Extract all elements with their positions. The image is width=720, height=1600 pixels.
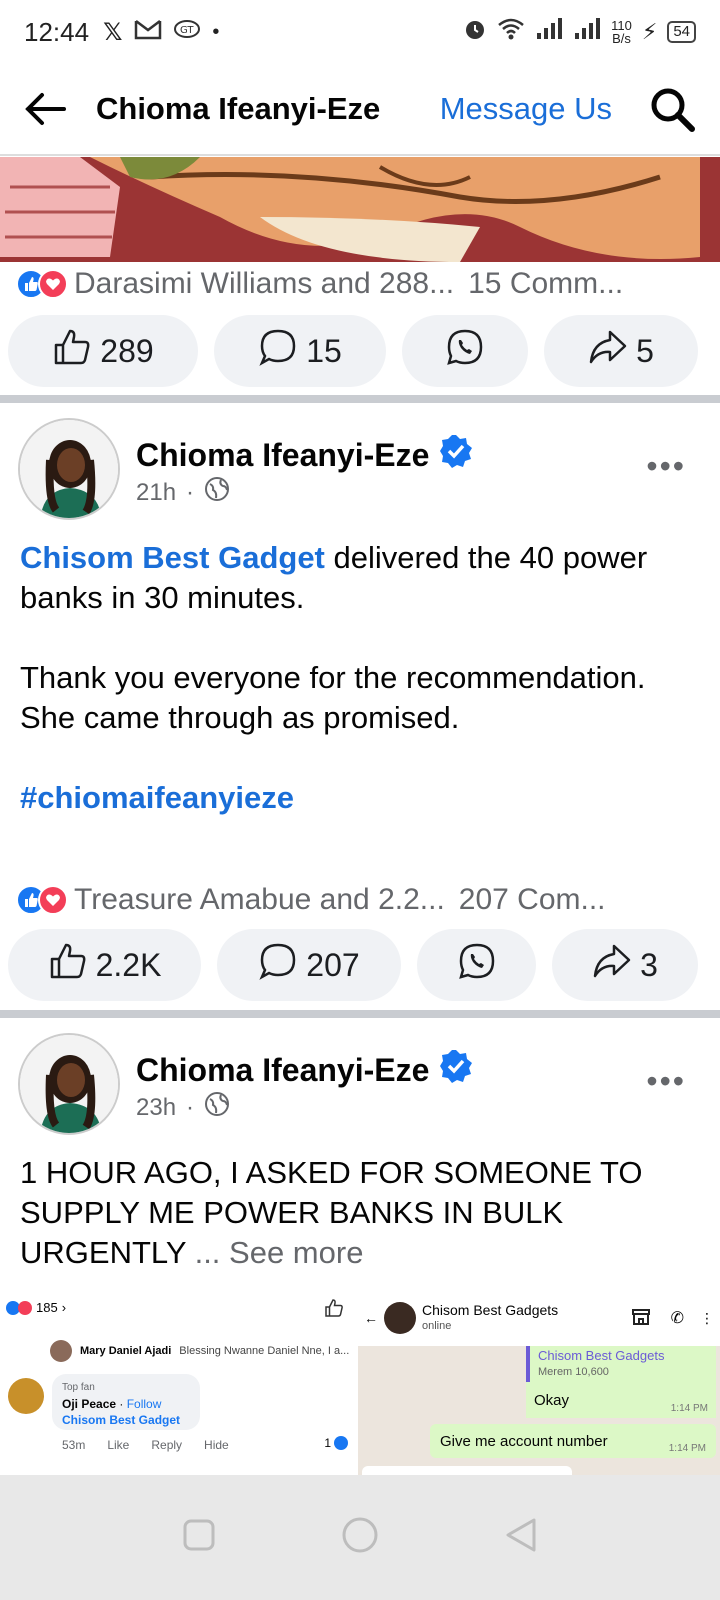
battery-level: 54 bbox=[667, 21, 696, 43]
x-app-icon: 𝕏 bbox=[103, 18, 123, 46]
thumbs-up-icon bbox=[48, 941, 88, 989]
post2-reactions[interactable]: Treasure Amabue and 2.2... 207 Com... bbox=[0, 874, 720, 926]
globe-icon bbox=[204, 1091, 230, 1124]
post1-reactions[interactable]: Darasimi Williams and 288... 15 Comm... bbox=[0, 258, 720, 310]
post3-image-collage[interactable]: 185 › Mary Daniel Ajadi Blessing Nwanne … bbox=[0, 1290, 720, 1475]
post-divider bbox=[0, 395, 720, 403]
like-reaction-icon bbox=[334, 1436, 348, 1450]
post-image[interactable] bbox=[0, 157, 720, 262]
back-arrow-icon: ← bbox=[364, 1310, 378, 1326]
globe-icon bbox=[204, 476, 230, 509]
post2-actions: 2.2K 207 3 bbox=[0, 929, 720, 1001]
avatar bbox=[384, 1302, 416, 1334]
net-speed: 110 B/s bbox=[611, 18, 632, 46]
comment-button[interactable]: 207 bbox=[217, 929, 401, 1001]
avatar[interactable] bbox=[18, 1033, 120, 1135]
message-us-link[interactable]: Message Us bbox=[440, 91, 612, 127]
love-reaction-icon bbox=[38, 269, 68, 299]
like-button[interactable]: 289 bbox=[8, 315, 198, 387]
alarm-icon bbox=[463, 17, 487, 47]
app-notification-icon: GT bbox=[174, 18, 201, 46]
post-divider bbox=[0, 1010, 720, 1018]
whatsapp-share-button[interactable] bbox=[402, 315, 528, 387]
post-time[interactable]: 21h bbox=[136, 479, 176, 507]
chat-screenshot: ← Chisom Best Gadgets online ✆ ⋮ Chisom … bbox=[358, 1290, 720, 1475]
recent-apps-button[interactable] bbox=[182, 1518, 216, 1557]
love-reaction-icon bbox=[18, 1300, 32, 1315]
home-button[interactable] bbox=[341, 1516, 379, 1559]
post2-header: Chioma Ifeanyi-Eze 21h · ••• bbox=[0, 418, 720, 528]
charging-icon: ⚡ bbox=[641, 19, 658, 44]
whatsapp-icon bbox=[457, 941, 497, 989]
author-name[interactable]: Chioma Ifeanyi-Eze bbox=[136, 437, 429, 474]
post1-actions: 289 15 5 bbox=[0, 315, 720, 387]
comment-icon bbox=[258, 941, 298, 989]
svg-text:GT: GT bbox=[180, 25, 194, 36]
post2-text: Chisom Best Gadget delivered the 40 powe… bbox=[20, 538, 700, 818]
wifi-icon bbox=[497, 17, 525, 47]
avatar[interactable] bbox=[18, 418, 120, 520]
comments-summary[interactable]: 207 Com... bbox=[459, 883, 606, 917]
whatsapp-share-button[interactable] bbox=[417, 929, 536, 1001]
reactions-summary: Darasimi Williams and 288... bbox=[74, 267, 455, 300]
verified-badge-icon bbox=[439, 1049, 473, 1091]
hashtag-link[interactable]: #chiomaifeanyieze bbox=[20, 778, 700, 818]
share-arrow-icon bbox=[592, 943, 632, 987]
love-reaction-icon bbox=[38, 885, 68, 915]
see-more-link[interactable]: ... See more bbox=[195, 1235, 364, 1270]
chevron-right-icon: › bbox=[61, 1300, 67, 1315]
store-icon bbox=[631, 1308, 651, 1329]
avatar bbox=[50, 1340, 72, 1362]
comments-summary[interactable]: 15 Comm... bbox=[468, 267, 623, 301]
comment-button[interactable]: 15 bbox=[214, 315, 386, 387]
add-call-icon: ✆ bbox=[670, 1310, 684, 1327]
more-options-icon[interactable]: ••• bbox=[646, 448, 686, 485]
status-time: 12:44 bbox=[24, 16, 90, 47]
avatar bbox=[8, 1378, 44, 1414]
author-name[interactable]: Chioma Ifeanyi-Eze bbox=[136, 1052, 429, 1089]
app-header: Chioma Ifeanyi-Eze Message Us bbox=[0, 64, 720, 156]
verified-badge-icon bbox=[439, 434, 473, 476]
post3-header: Chioma Ifeanyi-Eze 23h · ••• bbox=[0, 1033, 720, 1143]
signal-icon bbox=[535, 18, 563, 46]
comment-screenshot: 185 › Mary Daniel Ajadi Blessing Nwanne … bbox=[0, 1290, 356, 1475]
post3-text: 1 HOUR AGO, I ASKED FOR SOMEONE TO SUPPL… bbox=[20, 1155, 643, 1270]
share-button[interactable]: 5 bbox=[544, 315, 698, 387]
search-icon[interactable] bbox=[648, 85, 696, 133]
reactions-summary: Treasure Amabue and 2.2... bbox=[74, 883, 445, 916]
more-options-icon[interactable]: ••• bbox=[646, 1063, 686, 1100]
thumbs-up-icon bbox=[324, 1298, 344, 1321]
share-arrow-icon bbox=[588, 329, 628, 373]
like-button[interactable]: 2.2K bbox=[8, 929, 201, 1001]
comment-icon bbox=[258, 327, 298, 375]
whatsapp-icon bbox=[445, 327, 485, 375]
thumbs-up-icon bbox=[52, 327, 92, 375]
mention-link[interactable]: Chisom Best Gadget bbox=[20, 540, 325, 575]
gmail-icon bbox=[134, 18, 162, 47]
menu-dots-icon: ⋮ bbox=[700, 1309, 714, 1326]
page-title: Chioma Ifeanyi-Eze bbox=[96, 91, 381, 126]
system-nav-bar bbox=[0, 1475, 720, 1600]
back-arrow-icon[interactable] bbox=[24, 87, 68, 131]
post-time[interactable]: 23h bbox=[136, 1094, 176, 1122]
back-button[interactable] bbox=[504, 1517, 538, 1558]
signal-icon-2 bbox=[573, 18, 601, 46]
share-button[interactable]: 3 bbox=[552, 929, 698, 1001]
status-bar: 12:44 𝕏 GT • 110 B/s ⚡ 54 bbox=[0, 0, 720, 64]
dot-icon: • bbox=[212, 20, 220, 43]
